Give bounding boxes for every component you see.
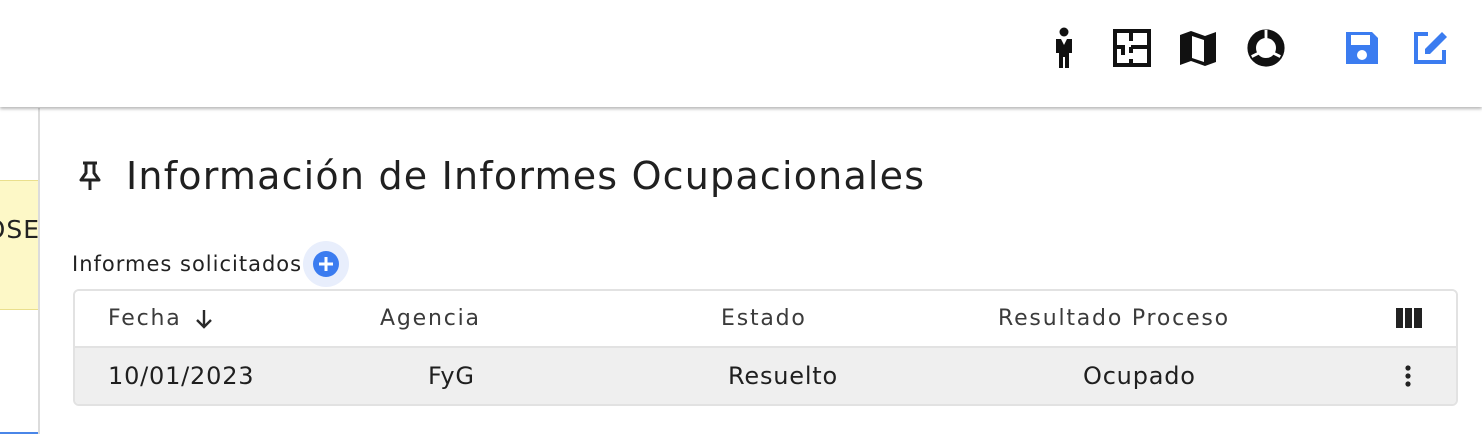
- column-header-resultado[interactable]: Resultado Proceso: [998, 291, 1230, 346]
- columns-icon[interactable]: [1396, 308, 1422, 328]
- note-card[interactable]: OSE: [0, 180, 40, 310]
- cell-agencia: FyG: [428, 362, 475, 390]
- left-side-panel: OSE: [0, 108, 40, 434]
- subsection-header: Informes solicitados: [72, 240, 350, 288]
- cell-fecha: 10/01/2023: [108, 362, 255, 390]
- floor-plan-icon[interactable]: [1112, 26, 1152, 70]
- note-text: OSE: [0, 215, 40, 244]
- column-header-fecha[interactable]: Fecha: [108, 291, 214, 346]
- reports-table: Fecha Agencia Estado Resultado Proceso 1…: [73, 289, 1458, 406]
- pin-icon[interactable]: [76, 161, 104, 191]
- column-header-estado[interactable]: Estado: [721, 291, 807, 346]
- top-toolbar: [0, 0, 1482, 107]
- subsection-label: Informes solicitados: [72, 252, 303, 276]
- add-report-button[interactable]: [303, 241, 350, 287]
- edit-icon[interactable]: [1410, 26, 1450, 70]
- map-icon[interactable]: [1178, 26, 1218, 70]
- column-header-agencia[interactable]: Agencia: [380, 291, 481, 346]
- person-icon[interactable]: [1044, 26, 1084, 70]
- donut-chart-icon[interactable]: [1246, 26, 1286, 70]
- plus-circle-icon: [313, 251, 340, 277]
- save-icon[interactable]: [1342, 26, 1382, 70]
- cell-estado: Resuelto: [728, 362, 839, 390]
- table-row[interactable]: 10/01/2023 FyG Resuelto Ocupado: [75, 348, 1456, 404]
- table-header: Fecha Agencia Estado Resultado Proceso: [75, 291, 1456, 348]
- page-title: Información de Informes Ocupacionales: [126, 154, 926, 198]
- more-options-icon[interactable]: [1404, 364, 1412, 388]
- cell-resultado: Ocupado: [1083, 362, 1196, 390]
- sort-arrow-down-icon[interactable]: [194, 308, 214, 330]
- section-header: Información de Informes Ocupacionales: [76, 150, 925, 202]
